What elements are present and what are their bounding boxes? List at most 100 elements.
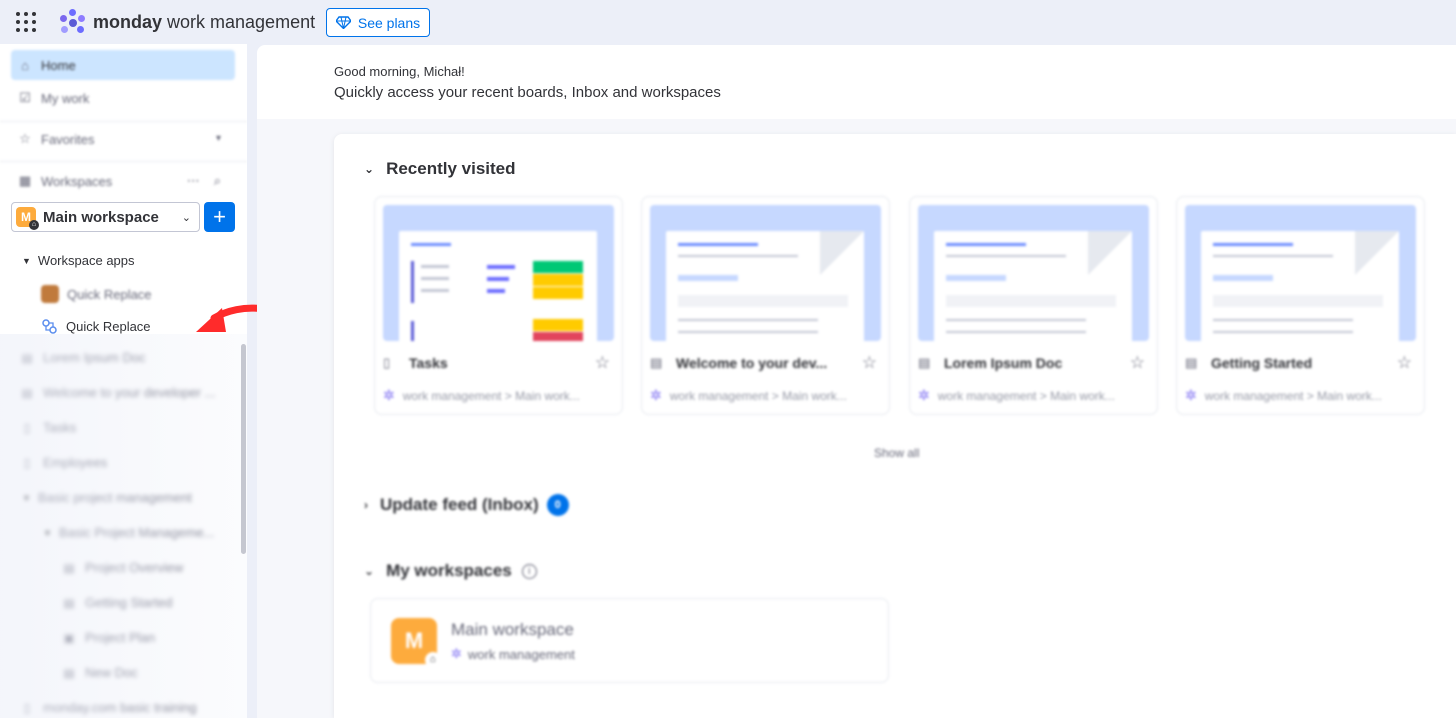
board-thumbnail [383,205,614,341]
sidebar-item-monday-basic-training[interactable]: ▯ monday.com basic training [20,700,197,715]
sidebar-item-label: Home [41,57,76,73]
see-plans-label: See plans [357,14,421,31]
sidebar-item-employees[interactable]: ▯ Employees [20,455,108,470]
tree-item-label: Lorem Ipsum Doc [43,350,146,365]
home-icon: ⌂ [425,652,441,668]
tree-item-label: New Doc [85,665,138,680]
greeting-subtitle: Quickly access your recent boards, Inbox… [334,84,721,101]
sidebar-item-welcome-doc[interactable]: ▤ Welcome to your developer ... [20,385,215,400]
quick-replace-icon [42,319,57,334]
tree-item-label: monday.com basic training [43,700,197,715]
app-icon [41,285,59,303]
workspace-logo-icon: ✲ [451,646,462,661]
doc-thumbnail [650,205,881,341]
divider [0,121,247,122]
tree-item-label: Basic Project Manageme... [58,525,215,540]
sidebar-item-project-plan[interactable]: ▣ Project Plan [62,630,155,645]
sidebar-item-tasks[interactable]: ▯ Tasks [20,420,77,435]
home-icon: ⌂ [21,57,29,73]
recent-card-tasks[interactable]: ▯ Tasks ☆ ✲ work management > Main work.… [374,196,623,415]
doc-thumbnail [1185,205,1416,341]
workspace-selector[interactable]: M ⌂ Main workspace ⌄ [11,202,200,232]
workspace-card-sub: work management [467,646,575,662]
sidebar-item-getting-started[interactable]: ▤ Getting Started [62,595,172,610]
doc-icon: ▤ [918,355,931,370]
sidebar-item-lorem-ipsum-doc[interactable]: ▤ Lorem Ipsum Doc [20,350,146,365]
sidebar-scrollbar[interactable] [241,344,246,554]
app-item-quick-replace-1[interactable]: Quick Replace [41,285,152,303]
caret-down-icon: ▼ [22,255,31,266]
card-path: work management > Main work... [1204,388,1382,403]
star-icon[interactable]: ☆ [862,353,877,373]
show-all-link[interactable]: Show all [874,446,919,460]
checkbox-icon: ☑ [19,90,31,105]
greeting-text: Good morning, Michał! [334,64,465,79]
tree-item-label: Project Plan [85,630,156,645]
brand-logo[interactable]: monday work management [58,9,315,35]
workspace-name: Main workspace [43,208,159,226]
section-title: Recently visited [386,159,516,178]
sidebar-item-project-overview[interactable]: ▤ Project Overview [62,560,183,575]
see-plans-button[interactable]: See plans [326,8,430,37]
tree-item-label: Tasks [43,420,77,435]
add-item-button[interactable]: + [204,202,235,232]
workspace-apps-toggle[interactable]: ▼ Workspace apps [22,253,135,268]
sidebar-item-new-doc[interactable]: ▤ New Doc [62,665,138,680]
divider [0,161,247,162]
card-path: work management > Main work... [937,388,1115,403]
apps-grid-icon[interactable] [16,12,36,32]
card-path: work management > Main work... [402,388,580,403]
doc-icon: ▤ [1185,355,1198,370]
update-feed-header[interactable]: › Update feed (Inbox) 0 [364,494,569,516]
sidebar-item-my-work[interactable]: ☑ My work [11,83,235,113]
gantt-icon: ▣ [63,630,75,645]
search-icon[interactable]: ⌕ [214,173,221,189]
workspace-card-main[interactable]: M ⌂ Main workspace ✲ work management [370,598,889,683]
section-title: My workspaces [386,561,512,580]
board-icon: ▯ [23,420,31,435]
sidebar-item-home[interactable]: ⌂ Home [11,50,235,80]
sidebar-item-label: Favorites [41,131,95,147]
tree-item-label: Workspace apps [37,253,135,268]
workspaces-grid-icon: ▦ [18,173,32,188]
doc-icon: ▤ [21,350,33,365]
recent-card-lorem-ipsum-doc[interactable]: ▤ Lorem Ipsum Doc ☆ ✲ work management > … [909,196,1158,415]
sidebar-item-favorites[interactable]: ☆ Favorites ▾ [11,124,235,154]
recent-card-getting-started[interactable]: ▤ Getting Started ☆ ✲ work management > … [1176,196,1425,415]
recent-card-welcome-doc[interactable]: ▤ Welcome to your dev... ☆ ✲ work manage… [641,196,890,415]
sidebar-folder-basic-project-management[interactable]: ▼ Basic project management [22,490,192,505]
doc-icon: ▤ [63,560,75,575]
left-sidebar: ⌂ Home ☑ My work ☆ Favorites ▾ ▦ Workspa… [0,44,247,718]
doc-thumbnail [918,205,1149,341]
workspace-logo-icon: ✲ [383,387,395,403]
chevron-down-icon: ⌄ [181,212,191,224]
app-item-quick-replace-2[interactable]: Quick Replace [41,318,151,335]
star-icon[interactable]: ☆ [1130,353,1145,373]
inbox-count-badge: 0 [546,494,569,516]
workspace-logo-icon: ✲ [650,387,662,403]
card-title: Getting Started [1211,355,1313,371]
my-workspaces-header[interactable]: ⌄ My workspaces i [364,561,537,581]
top-bar: monday work management See plans [0,0,1456,44]
chevron-right-icon: › [364,498,368,512]
board-icon: ▯ [383,355,391,370]
card-title: Lorem Ipsum Doc [944,355,1063,371]
doc-icon: ▤ [650,355,663,370]
sidebar-folder-basic-project-manageme[interactable]: ▼ Basic Project Manageme... [43,525,214,540]
card-title: Welcome to your dev... [676,355,828,371]
info-icon[interactable]: i [521,563,537,579]
card-title: Tasks [409,355,448,371]
sidebar-item-workspaces[interactable]: ▦ Workspaces ⋯ ⌕ [11,166,235,196]
star-icon[interactable]: ☆ [1397,353,1412,373]
workspace-logo-icon: ✲ [918,387,930,403]
doc-icon: ▤ [21,385,33,400]
doc-icon: ▤ [63,595,75,610]
main-header: Good morning, Michał! Quickly access you… [257,45,1456,119]
chevron-down-icon: ⌄ [364,564,375,578]
recently-visited-header[interactable]: ⌄ Recently visited [364,159,516,179]
more-options-icon[interactable]: ⋯ [187,173,200,189]
workspace-avatar: M ⌂ [391,618,441,668]
section-title: Update feed (Inbox) [380,495,539,514]
star-icon[interactable]: ☆ [595,353,610,373]
star-icon: ☆ [19,131,31,146]
